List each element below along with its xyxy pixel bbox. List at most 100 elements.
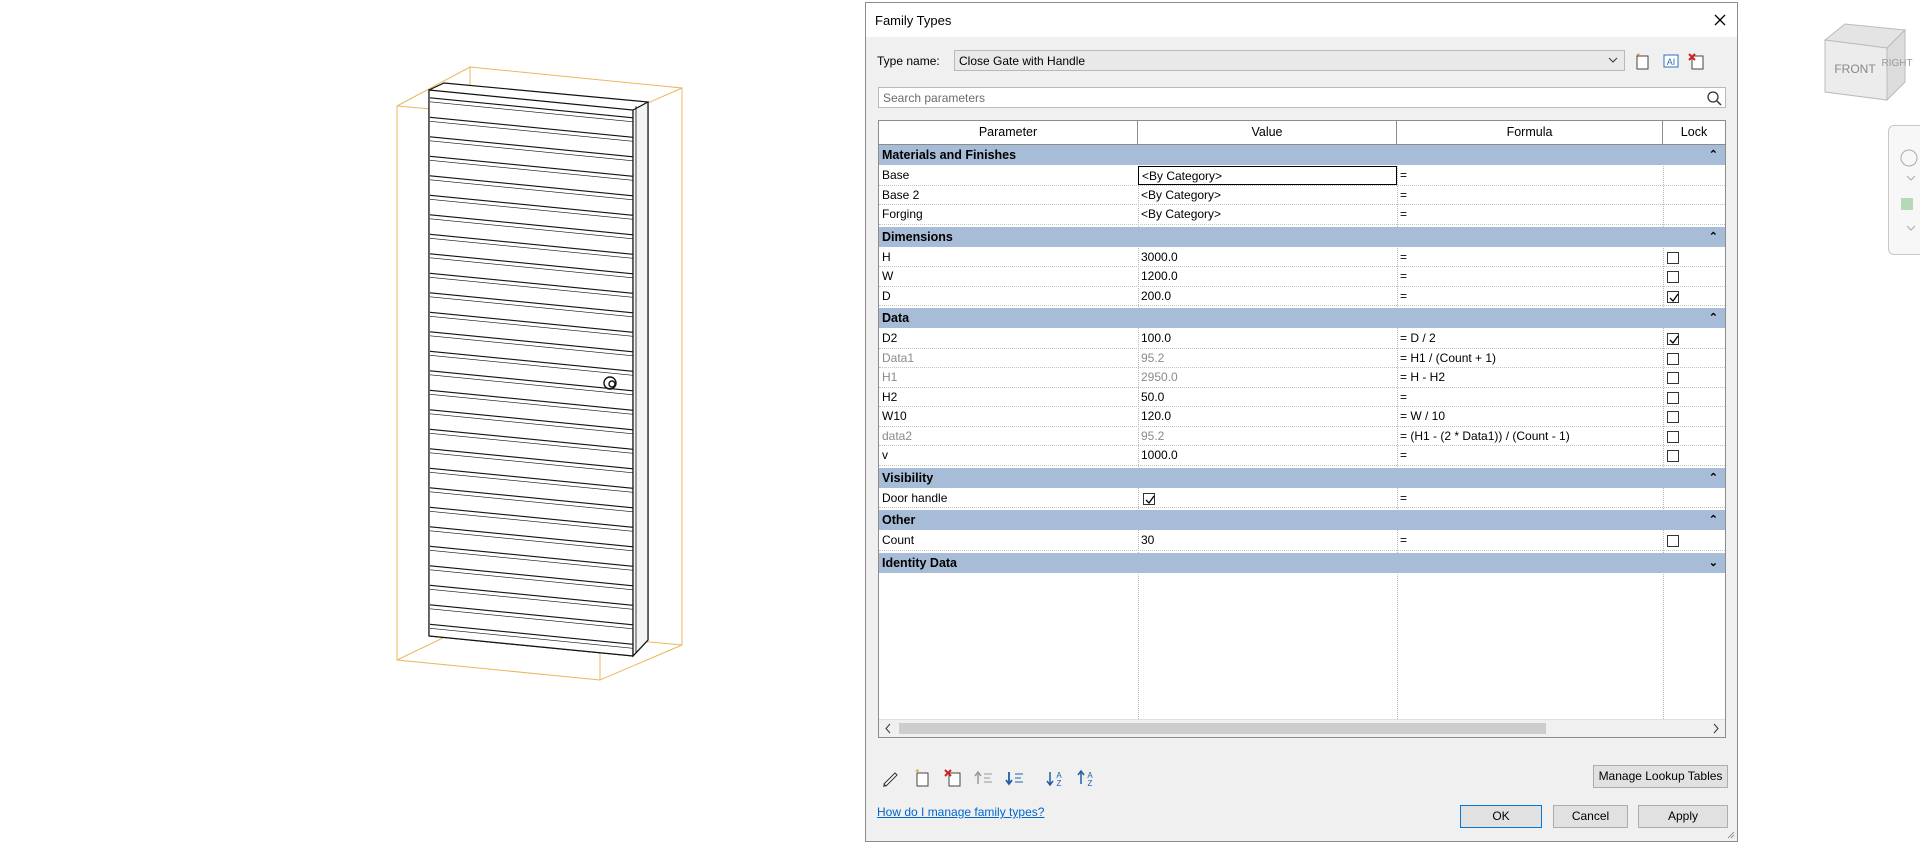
help-link[interactable]: How do I manage family types?: [877, 805, 1044, 819]
edit-parameter-icon[interactable]: [880, 768, 902, 788]
formula-cell[interactable]: = H - H2: [1397, 368, 1663, 387]
parameter-row-door-handle[interactable]: Door handle =: [879, 489, 1725, 508]
formula-cell[interactable]: =: [1397, 388, 1663, 407]
lock-checkbox[interactable]: [1667, 290, 1679, 303]
collapse-icon[interactable]: ⌃: [1709, 510, 1718, 530]
formula-cell[interactable]: =: [1397, 446, 1663, 465]
parameter-row-v[interactable]: v 1000.0 =: [879, 446, 1725, 466]
value-cell[interactable]: 95.2: [1138, 349, 1397, 368]
formula-cell[interactable]: =: [1397, 248, 1663, 267]
formula-cell[interactable]: = D / 2: [1397, 329, 1663, 348]
formula-cell[interactable]: =: [1397, 531, 1663, 550]
parameter-row-d[interactable]: D 200.0 =: [879, 287, 1725, 306]
parameter-row-base-2[interactable]: Base 2 <By Category> =: [879, 186, 1725, 205]
value-cell[interactable]: [1138, 489, 1397, 508]
horizontal-scrollbar[interactable]: [879, 719, 1725, 737]
parameter-row-d2[interactable]: D2 100.0 = D / 2: [879, 329, 1725, 349]
value-cell[interactable]: <By Category>: [1138, 205, 1397, 224]
value-cell[interactable]: 120.0: [1138, 407, 1397, 426]
formula-cell[interactable]: =: [1397, 166, 1663, 185]
parameter-row-data1[interactable]: Data1 95.2 = H1 / (Count + 1): [879, 349, 1725, 368]
value-cell[interactable]: <By Category>: [1138, 186, 1397, 205]
value-cell[interactable]: 1200.0: [1138, 267, 1397, 286]
value-cell[interactable]: 200.0: [1138, 287, 1397, 306]
apply-button[interactable]: Apply: [1638, 805, 1728, 828]
formula-cell[interactable]: = (H1 - (2 * Data1)) / (Count - 1): [1397, 427, 1663, 446]
lock-checkbox[interactable]: [1667, 251, 1679, 264]
group-header-identity-data[interactable]: Identity Data ⌄: [879, 552, 1725, 573]
parameter-name[interactable]: W10: [879, 407, 1138, 426]
parameter-name[interactable]: Door handle: [879, 489, 1138, 508]
parameter-row-h1[interactable]: H1 2950.0 = H - H2: [879, 368, 1725, 388]
view-cube[interactable]: FRONT RIGHT: [1815, 18, 1915, 108]
parameter-name[interactable]: Count: [879, 531, 1138, 550]
3d-viewport[interactable]: [0, 0, 860, 856]
sort-ascending-icon[interactable]: AZ: [1045, 768, 1067, 788]
value-cell[interactable]: 2950.0: [1138, 368, 1397, 387]
collapse-icon[interactable]: ⌃: [1709, 468, 1718, 488]
parameter-row-base[interactable]: Base <By Category> =: [879, 166, 1725, 186]
delete-parameter-icon[interactable]: [942, 768, 964, 788]
rename-type-icon[interactable]: AI: [1661, 52, 1681, 70]
lock-checkbox[interactable]: [1667, 271, 1679, 283]
parameter-row-w[interactable]: W 1200.0 =: [879, 267, 1725, 287]
sort-descending-icon[interactable]: AZ: [1076, 768, 1098, 788]
formula-cell[interactable]: = W / 10: [1397, 407, 1663, 426]
group-header-data[interactable]: Data ⌃: [879, 308, 1725, 328]
gate-model-view[interactable]: [0, 0, 860, 856]
value-cell[interactable]: 1000.0: [1138, 446, 1397, 465]
value-cell[interactable]: 3000.0: [1138, 248, 1397, 267]
parameter-row-h[interactable]: H 3000.0 =: [879, 248, 1725, 267]
parameter-name[interactable]: H2: [879, 388, 1138, 407]
type-name-dropdown[interactable]: Close Gate with Handle: [954, 50, 1625, 71]
move-up-icon[interactable]: [973, 768, 995, 788]
parameter-row-count[interactable]: Count 30 =: [879, 531, 1725, 551]
collapse-icon[interactable]: ⌃: [1709, 308, 1718, 328]
group-header-dimensions[interactable]: Dimensions ⌃: [879, 226, 1725, 247]
formula-cell[interactable]: =: [1397, 267, 1663, 286]
parameter-name[interactable]: v: [879, 446, 1138, 465]
column-header-value[interactable]: Value: [1138, 121, 1397, 145]
parameter-row-w10[interactable]: W10 120.0 = W / 10: [879, 407, 1725, 427]
parameter-name[interactable]: Data1: [879, 349, 1138, 368]
formula-cell[interactable]: =: [1397, 287, 1663, 306]
search-input[interactable]: Search parameters: [878, 87, 1726, 108]
collapse-icon[interactable]: ⌃: [1709, 227, 1718, 247]
value-cell[interactable]: 95.2: [1138, 427, 1397, 446]
column-header-lock[interactable]: Lock: [1663, 121, 1725, 145]
formula-cell[interactable]: =: [1397, 186, 1663, 205]
parameter-name[interactable]: Base: [879, 166, 1138, 185]
parameter-name[interactable]: H1: [879, 368, 1138, 387]
delete-type-icon[interactable]: [1687, 52, 1707, 70]
parameter-name[interactable]: W: [879, 267, 1138, 286]
lock-checkbox[interactable]: [1667, 430, 1679, 443]
formula-cell[interactable]: = H1 / (Count + 1): [1397, 349, 1663, 368]
new-type-icon[interactable]: [1633, 52, 1653, 70]
parameter-row-forging[interactable]: Forging <By Category> =: [879, 205, 1725, 225]
navigation-bar[interactable]: [1888, 125, 1920, 255]
group-header-materials-and-finishes[interactable]: Materials and Finishes ⌃: [879, 145, 1725, 165]
lock-checkbox[interactable]: [1667, 535, 1679, 547]
parameter-name[interactable]: D2: [879, 329, 1138, 348]
scrollbar-thumb[interactable]: [899, 723, 1546, 734]
lock-checkbox[interactable]: [1667, 411, 1679, 423]
column-header-parameter[interactable]: Parameter: [879, 121, 1138, 145]
formula-cell[interactable]: =: [1397, 489, 1663, 508]
lock-checkbox[interactable]: [1667, 450, 1679, 462]
value-cell[interactable]: 50.0: [1138, 388, 1397, 407]
parameter-name[interactable]: D: [879, 287, 1138, 306]
lock-checkbox[interactable]: [1667, 352, 1679, 365]
new-parameter-icon[interactable]: [911, 768, 933, 788]
cancel-button[interactable]: Cancel: [1553, 805, 1628, 828]
lock-checkbox[interactable]: [1667, 372, 1679, 384]
collapse-icon[interactable]: ⌃: [1709, 145, 1718, 165]
parameter-row-data2[interactable]: data2 95.2 = (H1 - (2 * Data1)) / (Count -…: [879, 427, 1725, 446]
move-down-icon[interactable]: [1004, 768, 1026, 788]
expand-icon[interactable]: ⌄: [1709, 553, 1718, 573]
parameter-name[interactable]: Base 2: [879, 186, 1138, 205]
lock-checkbox[interactable]: [1667, 333, 1679, 345]
value-cell[interactable]: 100.0: [1138, 329, 1397, 348]
parameter-name[interactable]: Forging: [879, 205, 1138, 224]
ok-button[interactable]: OK: [1460, 805, 1542, 828]
close-button[interactable]: [1707, 7, 1733, 33]
